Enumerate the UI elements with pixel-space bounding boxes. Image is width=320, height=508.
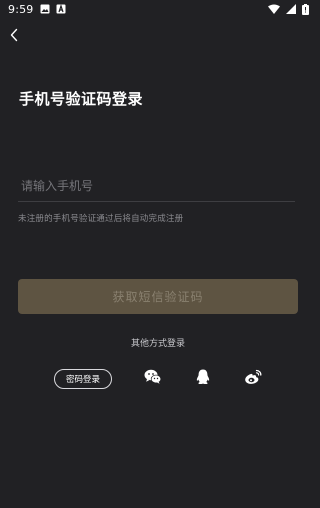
qq-login-button[interactable] [192, 368, 214, 390]
phone-input[interactable] [18, 172, 295, 200]
status-bar: 9:59 [0, 0, 316, 18]
weibo-login-button[interactable] [242, 368, 264, 390]
wifi-icon [268, 4, 280, 14]
wechat-icon [144, 369, 162, 389]
status-right [268, 3, 309, 15]
other-methods-label: 其他方式登录 [130, 339, 185, 349]
wechat-login-button[interactable] [142, 368, 164, 390]
chevron-left-icon [9, 27, 19, 46]
weibo-icon [244, 369, 262, 389]
battery-icon [302, 3, 309, 15]
get-sms-code-button[interactable]: 获取短信验证码 [18, 279, 298, 314]
phone-field [18, 172, 295, 202]
password-login-button[interactable]: 密码登录 [54, 369, 112, 389]
status-time: 9:59 [8, 2, 34, 16]
login-screen: 9:59 手机号验证码登录 请输入手机号 未注册的手机号验证通过后将自动完成注册… [0, 0, 316, 508]
page-title: 手机号验证码登录 [19, 90, 144, 108]
status-left: 9:59 [8, 3, 66, 16]
back-button[interactable] [4, 26, 24, 46]
signal-icon [286, 4, 296, 14]
image-icon [40, 4, 50, 14]
a-box-icon [56, 4, 66, 14]
register-hint: 未注册的手机号验证通过后将自动完成注册 [18, 214, 184, 224]
qq-icon [196, 369, 210, 389]
